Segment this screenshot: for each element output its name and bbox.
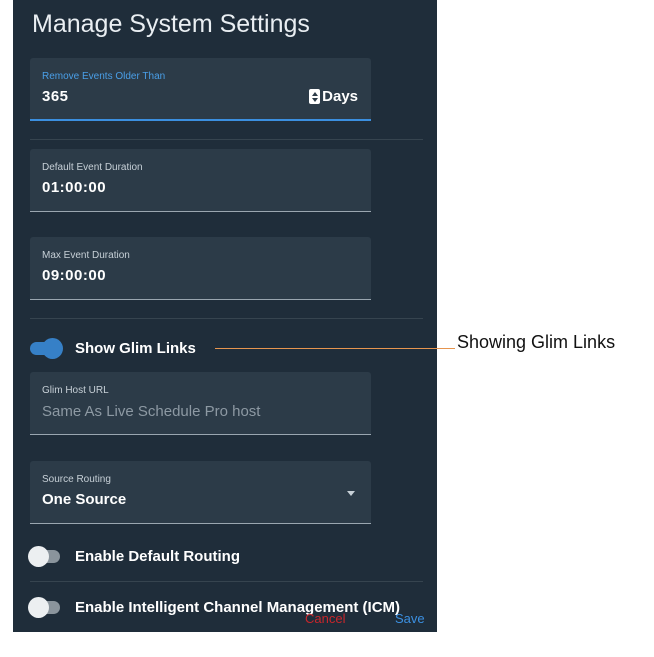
remove-events-label: Remove Events Older Than <box>42 71 166 82</box>
enable-default-routing-label: Enable Default Routing <box>75 548 240 565</box>
default-duration-value[interactable]: 01:00:00 <box>42 179 106 196</box>
dialog-title: Manage System Settings <box>32 10 310 38</box>
stepper-unit-label: Days <box>322 88 358 105</box>
save-button[interactable]: Save <box>395 611 425 626</box>
source-routing-select[interactable]: Source Routing One Source <box>30 461 371 524</box>
divider <box>30 318 423 319</box>
remove-events-field[interactable]: Remove Events Older Than 365 Days <box>30 58 371 121</box>
source-routing-label: Source Routing <box>42 474 111 485</box>
glim-host-placeholder[interactable]: Same As Live Schedule Pro host <box>42 403 260 420</box>
callout-leader-line <box>215 348 455 349</box>
toggle-knob <box>28 597 49 618</box>
toggle-knob <box>28 546 49 567</box>
enable-default-routing-toggle[interactable] <box>28 546 60 567</box>
max-duration-label: Max Event Duration <box>42 250 130 261</box>
glim-host-url-field[interactable]: Glim Host URL Same As Live Schedule Pro … <box>30 372 371 435</box>
chevron-down-icon[interactable] <box>347 491 355 496</box>
show-glim-links-toggle[interactable] <box>30 338 63 359</box>
default-duration-label: Default Event Duration <box>42 162 143 173</box>
enable-default-routing-toggle-row[interactable]: Enable Default Routing <box>28 546 240 567</box>
divider <box>30 139 423 140</box>
show-glim-links-label: Show Glim Links <box>75 340 196 357</box>
cancel-button[interactable]: Cancel <box>305 611 345 626</box>
remove-events-value[interactable]: 365 <box>42 88 69 105</box>
show-glim-links-toggle-row[interactable]: Show Glim Links <box>30 338 196 359</box>
enable-icm-toggle[interactable] <box>28 597 60 618</box>
stepper-arrows-icon[interactable] <box>309 89 321 104</box>
enable-icm-label: Enable Intelligent Channel Management (I… <box>75 599 401 616</box>
glim-host-label: Glim Host URL <box>42 385 109 396</box>
toggle-knob <box>42 338 63 359</box>
source-routing-value[interactable]: One Source <box>42 491 126 508</box>
max-duration-value[interactable]: 09:00:00 <box>42 267 106 284</box>
callout-text: Showing Glim Links <box>457 332 616 352</box>
divider <box>30 581 423 582</box>
max-event-duration-field[interactable]: Max Event Duration 09:00:00 <box>30 237 371 300</box>
manage-system-settings-dialog: Manage System Settings Remove Events Old… <box>13 0 437 632</box>
days-stepper[interactable]: Days <box>309 88 358 105</box>
default-event-duration-field[interactable]: Default Event Duration 01:00:00 <box>30 149 371 212</box>
